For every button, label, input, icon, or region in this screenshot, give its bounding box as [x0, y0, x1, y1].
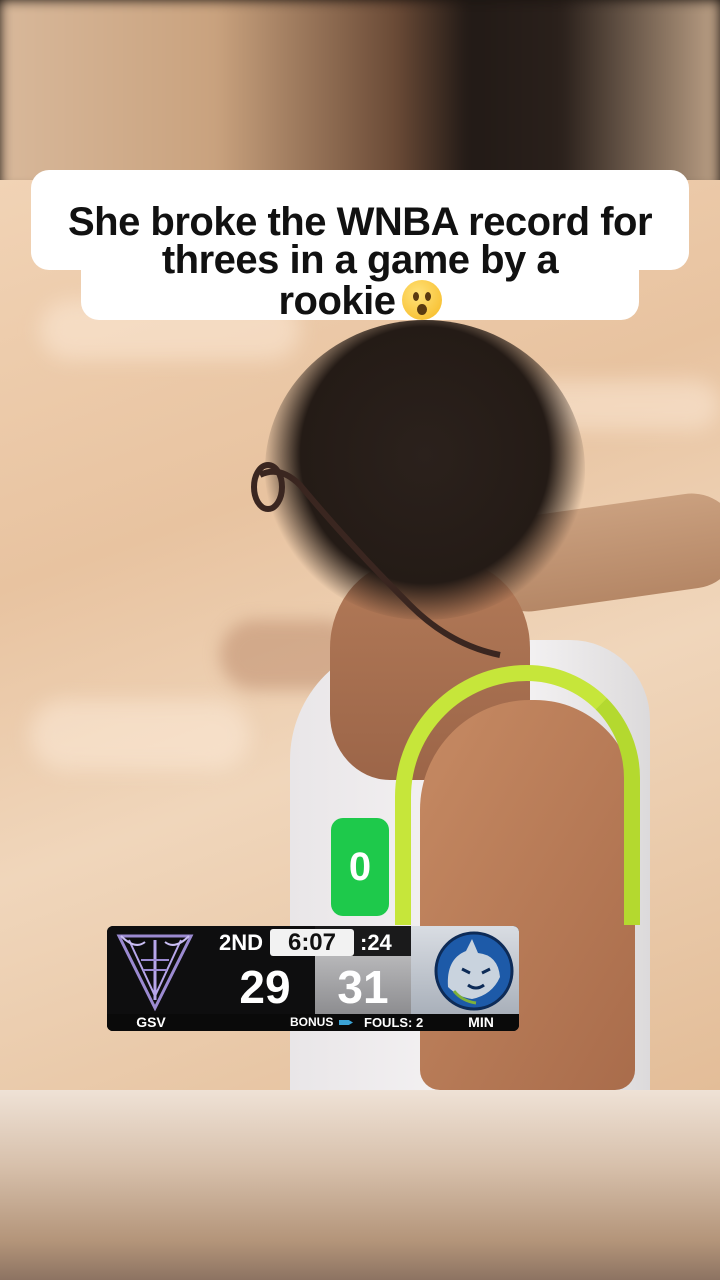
eyeglasses-strap: [251, 462, 501, 658]
made-shot-indicator: 0: [331, 818, 389, 916]
away-team-abbr: MIN: [468, 1014, 494, 1030]
caption: She broke the WNBA record for most three…: [0, 170, 720, 346]
caption-line-2-text: threes in a game by a rookie: [161, 238, 559, 323]
scoreboard: 2ND 6:07 :24 29 31 GSV BONUS FOULS: 2 MI…: [107, 926, 519, 1031]
background-blur-bottom: [0, 1090, 720, 1280]
away-score: 31: [337, 961, 389, 1013]
lynx-logo-icon: [434, 931, 514, 1011]
home-team-abbr: GSV: [136, 1014, 166, 1030]
jersey-trim: [395, 665, 640, 925]
background-blur-top: [0, 0, 720, 190]
shot-clock: :24: [360, 930, 392, 955]
valkyries-logo-icon: [116, 934, 194, 1012]
home-score: 29: [239, 961, 291, 1013]
shot-indicator-value: 0: [348, 845, 372, 889]
fouls-label: FOULS: 2: [364, 1015, 424, 1030]
game-clock: 6:07: [270, 929, 354, 956]
period: 2ND: [219, 930, 264, 955]
astonished-face-icon: [401, 280, 442, 320]
caption-line-2: threes in a game by a rookie: [81, 238, 639, 323]
